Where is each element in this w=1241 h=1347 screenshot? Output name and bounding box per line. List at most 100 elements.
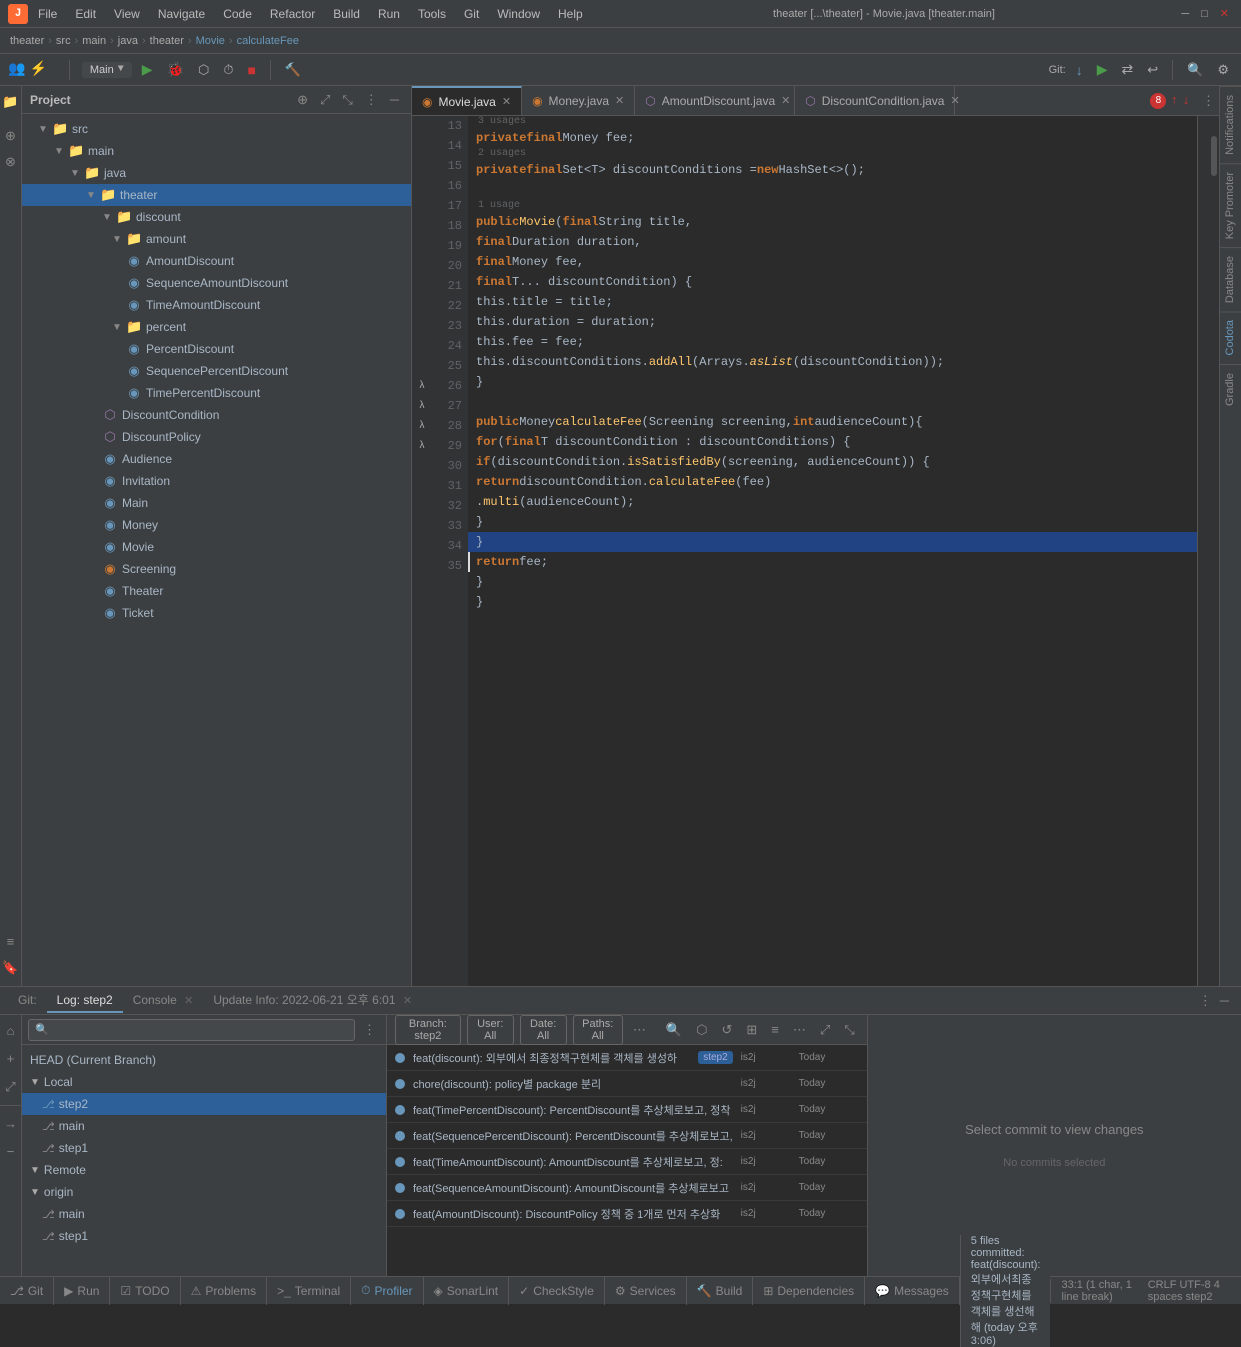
tree-item-money[interactable]: ◉ Money (22, 514, 411, 536)
status-position[interactable]: 33:1 (1 char, 1 line break) (1061, 1279, 1135, 1303)
filter-toggle-btn[interactable]: ⬡ (692, 1020, 711, 1040)
console-close[interactable]: ✕ (184, 995, 193, 1007)
tab-movie[interactable]: ◉ Movie.java ✕ (412, 86, 522, 116)
project-minimize-btn[interactable]: ─ (386, 90, 403, 110)
git-remove-icon[interactable]: − (0, 1140, 23, 1164)
git-head[interactable]: HEAD (Current Branch) (22, 1049, 386, 1071)
git-local[interactable]: ▼ Local (22, 1071, 386, 1093)
profile-button[interactable]: ⏱ (219, 60, 237, 80)
git-expand-icon[interactable]: ⤢ (0, 1075, 23, 1099)
tree-item-audience[interactable]: ◉ Audience (22, 448, 411, 470)
bottom-tab-updateinfo[interactable]: Update Info: 2022-06-21 오후 6:01 ✕ (203, 987, 422, 1014)
tree-item-java[interactable]: ▼ 📁 java (22, 162, 411, 184)
problems-btn[interactable]: ⚠ Problems (181, 1277, 267, 1305)
git-branch-step2[interactable]: ⎇ step2 (22, 1093, 386, 1115)
tree-item-seqamount[interactable]: ◉ SequenceAmountDiscount (22, 272, 411, 294)
tab-discount-close[interactable]: ✕ (950, 94, 959, 107)
tree-item-amount[interactable]: ▼ 📁 amount (22, 228, 411, 250)
menu-file[interactable]: File (30, 5, 65, 23)
commit-item-3[interactable]: feat(TimePercentDiscount): PercentDiscou… (387, 1097, 867, 1123)
tree-item-ticket[interactable]: ◉ Ticket (22, 602, 411, 624)
tab-amount-close[interactable]: ✕ (781, 94, 790, 107)
commit-item-6[interactable]: feat(SequenceAmountDiscount): AmountDisc… (387, 1175, 867, 1201)
right-panel-database[interactable]: Database (1220, 247, 1241, 311)
bottom-tab-console[interactable]: Console ✕ (123, 989, 204, 1013)
tree-item-seqpercent[interactable]: ◉ SequencePercentDiscount (22, 360, 411, 382)
tree-item-timepercent[interactable]: ◉ TimePercentDiscount (22, 382, 411, 404)
breadcrumb-main[interactable]: main (82, 35, 106, 47)
run-status-btn[interactable]: ▶ Run (54, 1277, 110, 1305)
updateinfo-close[interactable]: ✕ (403, 995, 412, 1007)
code-editor[interactable]: λ λ λ λ 13 14 15 16 17 18 19 20 21 22 (412, 116, 1219, 986)
filter-grid-btn[interactable]: ⊞ (742, 1020, 761, 1040)
git-push-btn[interactable]: ▶ (1093, 59, 1112, 80)
git-origin[interactable]: ▼ origin (22, 1181, 386, 1203)
menu-view[interactable]: View (106, 5, 148, 23)
sidebar-project-icon[interactable]: 📁 (0, 90, 23, 114)
editor-scrollbar[interactable] (1197, 116, 1219, 986)
git-more-btn[interactable]: ↩ (1143, 60, 1162, 80)
right-panel-codota[interactable]: Codota (1220, 311, 1241, 363)
filter-collapse-btn[interactable]: ⤡ (840, 1020, 858, 1040)
git-pull-btn[interactable]: ⇄ (1118, 59, 1138, 80)
project-gear-btn[interactable]: ⋮ (361, 90, 382, 110)
build-btn[interactable]: 🔨 Build (687, 1277, 754, 1305)
bottom-minimize-btn[interactable]: ─ (1216, 991, 1233, 1010)
sidebar-commit-icon[interactable]: ⊕ (0, 124, 23, 148)
menu-refactor[interactable]: Refactor (262, 5, 323, 23)
right-panel-gradle[interactable]: Gradle (1220, 364, 1241, 414)
breadcrumb-theater[interactable]: theater (10, 35, 44, 47)
git-search-input[interactable] (28, 1019, 355, 1041)
sonar-btn[interactable]: ◈ SonarLint (424, 1277, 510, 1305)
tree-item-timeamount[interactable]: ◉ TimeAmountDiscount (22, 294, 411, 316)
filter-more-btn[interactable]: ⋯ (629, 1020, 650, 1040)
tree-item-screening[interactable]: ◉ Screening (22, 558, 411, 580)
tab-more-btn[interactable]: ⋮ (1198, 91, 1219, 111)
code-lines[interactable]: 3 usages private final Money fee; 2 usag… (468, 116, 1197, 986)
tree-item-discount[interactable]: ▼ 📁 discount (22, 206, 411, 228)
git-home-icon[interactable]: ⌂ (0, 1019, 23, 1043)
tab-money-close[interactable]: ✕ (615, 94, 624, 107)
messages-btn[interactable]: 💬 Messages (865, 1277, 960, 1305)
checkstyle-btn[interactable]: ✓ CheckStyle (509, 1277, 605, 1305)
git-remote-step1[interactable]: ⎇ step1 (22, 1225, 386, 1247)
bottom-tab-log[interactable]: Log: step2 (47, 989, 123, 1013)
menu-run[interactable]: Run (370, 5, 408, 23)
git-remote[interactable]: ▼ Remote (22, 1159, 386, 1181)
git-add-icon[interactable]: + (0, 1047, 23, 1071)
arrow-up-icon[interactable]: ↑ (1170, 93, 1178, 108)
menu-help[interactable]: Help (550, 5, 591, 23)
right-panel-keypromoter[interactable]: Key Promoter (1220, 163, 1241, 247)
git-update-btn[interactable]: ↓ (1072, 60, 1087, 80)
filter-user-btn[interactable]: User: All (467, 1015, 514, 1045)
breadcrumb-movie[interactable]: Movie (196, 35, 225, 47)
tab-amount[interactable]: ⬡ AmountDiscount.java ✕ (635, 86, 795, 116)
sidebar-structure-icon[interactable]: ≡ (0, 930, 23, 954)
tree-item-movie[interactable]: ◉ Movie (22, 536, 411, 558)
git-filter-btn[interactable]: ⋮ (359, 1020, 380, 1040)
filter-refresh-btn[interactable]: ↺ (717, 1020, 736, 1040)
tree-item-percentdiscount[interactable]: ◉ PercentDiscount (22, 338, 411, 360)
sidebar-pullreq-icon[interactable]: ⊗ (0, 150, 23, 174)
tree-item-theater2[interactable]: ◉ Theater (22, 580, 411, 602)
project-locate-btn[interactable]: ⊕ (293, 90, 312, 110)
run-button[interactable]: ▶ (138, 59, 157, 80)
filter-paths-btn[interactable]: Paths: All (573, 1015, 623, 1045)
tab-money[interactable]: ◉ Money.java ✕ (522, 86, 635, 116)
menu-build[interactable]: Build (325, 5, 368, 23)
breadcrumb-java[interactable]: java (118, 35, 138, 47)
breadcrumb-src[interactable]: src (56, 35, 71, 47)
tab-discount[interactable]: ⬡ DiscountCondition.java ✕ (795, 86, 955, 116)
filter-date-btn[interactable]: Date: All (520, 1015, 567, 1045)
stop-button[interactable]: ■ (243, 60, 259, 80)
commit-item-2[interactable]: chore(discount): policy별 package 분리 is2j… (387, 1071, 867, 1097)
menu-navigate[interactable]: Navigate (150, 5, 213, 23)
sidebar-bookmarks-icon[interactable]: 🔖 (0, 956, 23, 980)
project-collapse-btn[interactable]: ⤡ (338, 90, 356, 110)
git-remote-main[interactable]: ⎇ main (22, 1203, 386, 1225)
breadcrumb-theater2[interactable]: theater (150, 35, 184, 47)
commit-item-1[interactable]: feat(discount): 외부에서 최종정책구현체를 객체를 생성하 st… (387, 1045, 867, 1071)
breadcrumb-calculatefee[interactable]: calculateFee (237, 35, 299, 47)
filter-branch-btn[interactable]: Branch: step2 (395, 1015, 461, 1045)
bottom-more-btn[interactable]: ⋮ (1195, 991, 1216, 1011)
